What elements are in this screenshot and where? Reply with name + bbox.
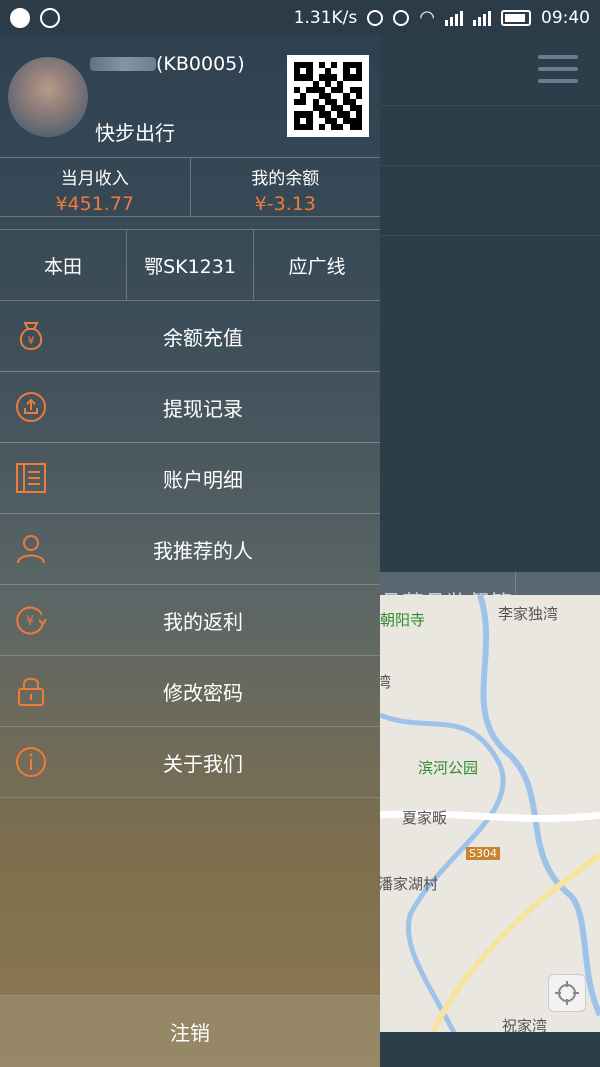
lock-icon [18,677,44,706]
menu-item-recharge[interactable]: ¥ 余额充值 [0,301,380,372]
divider [380,165,600,166]
balance-label: 我的余额 [251,169,320,189]
signal-icon [445,10,463,26]
more-notification-icon [40,7,60,28]
avatar[interactable] [8,57,88,137]
vehicle-info: 本田 鄂SK1231 应广线 [0,229,380,301]
menu-item-about-us[interactable]: 关于我们 [0,727,380,798]
navigation-drawer: (KB0005) 快步出行 当月收入 ¥451.77 我的余额 ¥-3.13 本… [0,35,380,1067]
qr-code-icon[interactable] [287,55,369,137]
map-label: 滨河公园 [418,759,479,777]
crosshair-icon [555,981,579,1005]
battery-icon [501,9,531,26]
income-value: ¥451.77 [55,193,135,215]
location-icon [367,9,384,26]
document-icon [16,463,46,493]
network-speed: 1.31K/s [293,7,358,28]
menu-item-label: 我的返利 [163,609,243,634]
menu-item-change-password[interactable]: 修改密码 [0,656,380,727]
car-plate: 鄂SK1231 [126,230,253,300]
menu-item-label: 我推荐的人 [153,538,253,563]
money-bag-icon: ¥ [19,322,43,351]
map-label: 朝阳寺 [380,611,426,629]
menu-item-withdraw-history[interactable]: 提现记录 [0,372,380,443]
map-label: 湾 [380,673,392,691]
svg-text:¥: ¥ [26,614,34,629]
road-badge: S304 [466,847,500,860]
menu-item-label: 账户明细 [163,467,243,492]
wechat-icon [10,7,30,28]
map-view[interactable]: 朝阳寺 李家独湾 湾 滨河公园 夏家畈 S304 潘家湖村 祝家湾 [380,595,600,1032]
map-label: 李家独湾 [498,605,559,623]
status-bar: 1.31K/s ◠ 09:40 [0,0,600,35]
car-brand: 本田 [43,255,82,278]
menu-item-label: 修改密码 [163,680,243,705]
user-subtitle: 快步出行 [95,121,175,145]
map-label: 夏家畈 [402,809,448,827]
menu-item-account-details[interactable]: 账户明细 [0,443,380,514]
signal-2-icon [473,10,491,26]
my-balance[interactable]: 我的余额 ¥-3.13 [189,158,381,216]
list-menu-icon[interactable] [538,55,578,83]
redacted-name [90,57,156,71]
user-id: (KB0005) [156,53,245,75]
clock: 09:40 [541,7,590,28]
earnings-summary: 当月收入 ¥451.77 我的余额 ¥-3.13 [0,157,380,217]
map-label: 祝家湾 [502,1017,548,1032]
drawer-menu: ¥ 余额充值 提现记录 账户明细 我推荐的人 ¥ 我的返利 修改密码 关于我们 [0,301,380,798]
upload-circle-icon [16,392,46,422]
menu-item-label: 关于我们 [163,751,243,776]
yen-refresh-icon: ¥ [16,606,47,635]
info-icon [16,747,46,777]
svg-text:¥: ¥ [28,334,35,347]
person-icon [17,535,45,564]
monthly-income[interactable]: 当月收入 ¥451.77 [0,158,190,216]
alarm-icon [393,9,410,26]
car-route: 应广线 [253,230,380,300]
profile-header: (KB0005) 快步出行 [0,35,380,157]
menu-item-label: 提现记录 [163,396,243,421]
logout-button[interactable]: 注销 [0,995,380,1067]
divider [380,105,600,106]
income-label: 当月收入 [60,169,129,189]
wifi-icon: ◠ [419,7,435,28]
locate-button[interactable] [548,974,586,1012]
menu-item-rebate[interactable]: ¥ 我的返利 [0,585,380,656]
divider [380,235,600,236]
balance-value: ¥-3.13 [254,193,316,215]
map-label: 潘家湖村 [380,875,439,893]
menu-item-label: 余额充值 [163,325,243,350]
menu-item-referrals[interactable]: 我推荐的人 [0,514,380,585]
